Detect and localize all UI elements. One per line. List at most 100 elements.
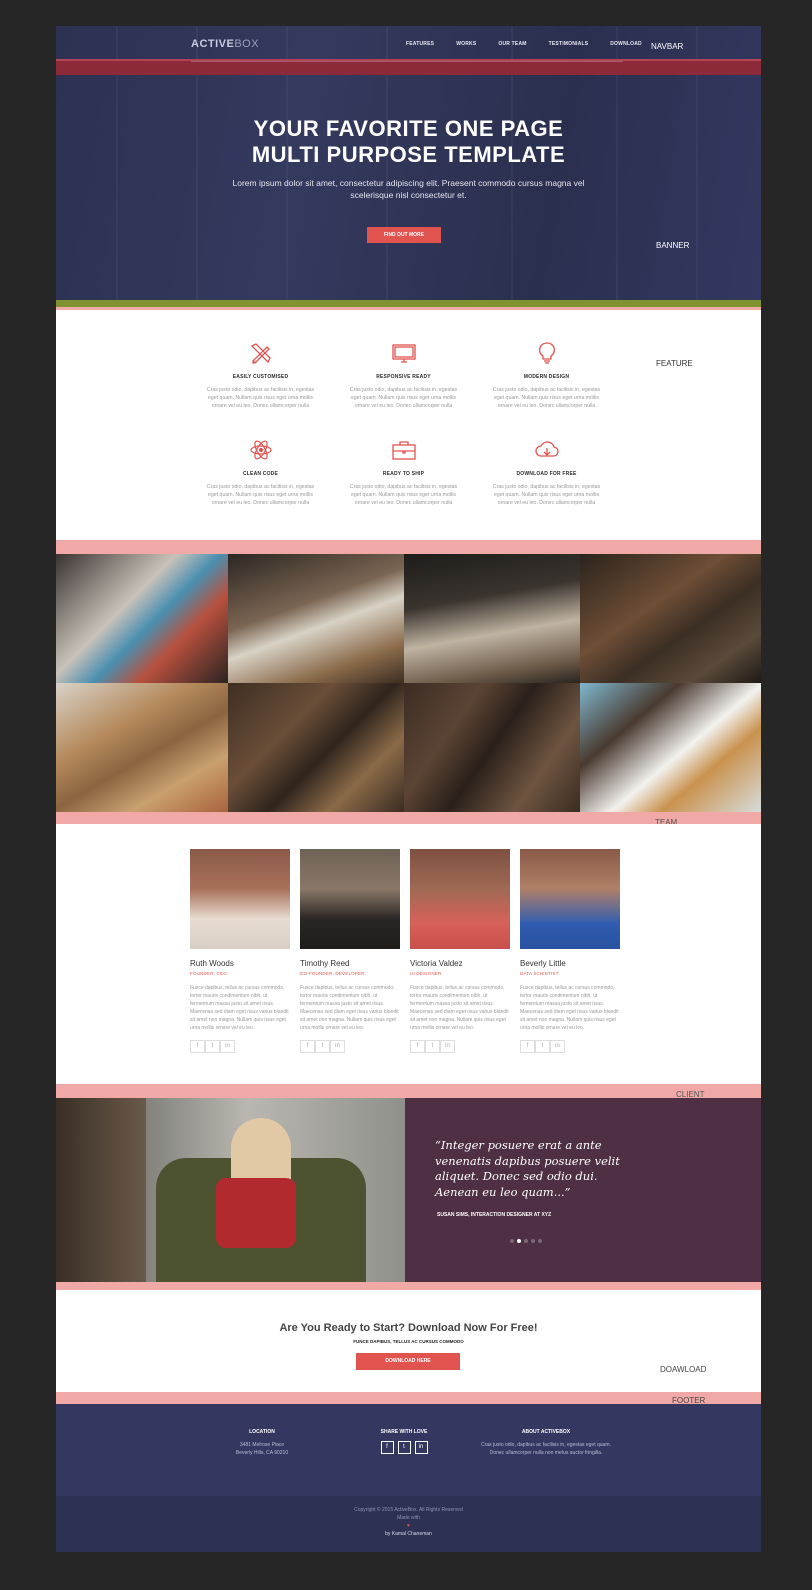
made-with-text: Made with — [397, 1515, 420, 1521]
facebook-icon[interactable]: f — [380, 1441, 394, 1454]
feature-title: MODERN DESIGN — [523, 374, 570, 380]
download-here-button[interactable]: DOWNLOAD HERE — [356, 1353, 460, 1370]
carousel-dot[interactable] — [524, 1239, 528, 1243]
testimonial-author: SUSAN SIMS, INTERACTION DESIGNER AT XYZ — [437, 1212, 552, 1218]
member-name: Timothy Reed — [300, 959, 350, 968]
facebook-icon[interactable]: f — [190, 1040, 205, 1053]
banner-annotation: BANNER — [656, 241, 690, 250]
footer-share-title: SHARE WITH LOVE — [380, 1429, 428, 1435]
gallery-image-letterpress[interactable] — [404, 683, 580, 812]
hero-banner: ACTIVEBOX FEATURES WORKS OUR TEAM TESTIM… — [56, 26, 761, 306]
carousel-dot[interactable] — [510, 1239, 514, 1243]
hero-title: YOUR FAVORITE ONE PAGE MULTI PURPOSE TEM… — [251, 116, 566, 167]
footer: LOCATION 3481 Melrose Place Beverly Hill… — [56, 1404, 761, 1496]
download-section: Are You Ready to Start? Download Now For… — [56, 1290, 761, 1390]
feature-item: MODERN DESIGN Cras justo odio, dapibus a… — [489, 341, 604, 410]
pink-divider — [56, 1392, 761, 1404]
feature-text: Cras justo odio, dapibus ac facilisis in… — [492, 484, 601, 506]
gallery-image-food-plate[interactable] — [580, 683, 761, 812]
facebook-icon[interactable]: f — [300, 1040, 315, 1053]
pencil-ruler-icon — [250, 343, 271, 365]
avatar — [520, 849, 620, 949]
member-role: DATA SCIENTIST — [520, 971, 559, 976]
feature-annotation: FEATURE — [656, 359, 693, 368]
footer-about: ABOUT ACTIVEBOX Cras justo odio, dapibus… — [476, 1429, 616, 1457]
avatar — [190, 849, 290, 949]
pink-divider — [56, 1282, 761, 1290]
gallery-image-spices[interactable] — [580, 554, 761, 683]
team-member: Timothy Reed CO-FOUNDER, DEVELOPER Fusce… — [300, 849, 400, 1053]
twitter-icon[interactable]: t — [315, 1040, 330, 1053]
copyright-text: Copyright © 2015 ActiveBox. All Rights R… — [354, 1507, 463, 1513]
testimonial-quote-panel: “Integer posuere erat a ante venenatis d… — [405, 1098, 761, 1282]
features-section: FEATURE EASILY CUSTOMISED Cras justo odi… — [56, 310, 761, 540]
feature-item: CLEAN CODE Cras justo odio, dapibus ac f… — [203, 438, 318, 507]
member-bio: Fusce dapibus, tellus ac cursus commodo,… — [300, 985, 399, 1031]
gallery-image-cameras[interactable] — [404, 554, 580, 683]
atom-icon — [249, 440, 272, 460]
footer-address-line2: Beverly Hills, CA 90210 — [235, 1450, 289, 1456]
footer-share: SHARE WITH LOVE f t in — [334, 1429, 474, 1454]
member-role: CO-FOUNDER, DEVELOPER — [300, 971, 365, 976]
cloud-download-icon — [534, 441, 559, 457]
feature-text: Cras justo odio, dapibus ac facilisis in… — [492, 387, 601, 409]
nav-works[interactable]: WORKS — [456, 41, 476, 47]
facebook-icon[interactable]: f — [410, 1040, 425, 1053]
avatar — [300, 849, 400, 949]
linkedin-icon[interactable]: in — [220, 1040, 235, 1053]
team-member: Beverly Little DATA SCIENTIST Fusce dapi… — [520, 849, 620, 1053]
nav-testimonials[interactable]: TESTIMONIALS — [549, 41, 589, 47]
feature-text: Cras justo odio, dapibus ac facilisis in… — [206, 387, 315, 409]
green-divider — [56, 300, 761, 307]
gallery-image-pencils[interactable] — [56, 683, 228, 812]
author-credit[interactable]: by Kamal Chaneman — [56, 1530, 761, 1538]
feature-item: EASILY CUSTOMISED Cras justo odio, dapib… — [203, 341, 318, 410]
gallery-image-notebooks[interactable] — [228, 554, 404, 683]
twitter-icon[interactable]: t — [425, 1040, 440, 1053]
footer-location: LOCATION 3481 Melrose Place Beverly Hill… — [192, 1429, 332, 1457]
carousel-dot[interactable] — [538, 1239, 542, 1243]
page: ACTIVEBOX FEATURES WORKS OUR TEAM TESTIM… — [56, 26, 761, 1552]
twitter-icon[interactable]: t — [397, 1441, 411, 1454]
member-bio: Fusce dapibus, tellus ac cursus commodo,… — [520, 985, 619, 1031]
linkedin-icon[interactable]: in — [440, 1040, 455, 1053]
twitter-icon[interactable]: t — [535, 1040, 550, 1053]
navbar-annotation: NAVBAR — [651, 42, 684, 51]
gallery-image-tools[interactable] — [228, 683, 404, 812]
team-member: Victoria Valdez UI DESIGNER Fusce dapibu… — [410, 849, 510, 1053]
carousel-dot-active[interactable] — [517, 1239, 521, 1243]
feature-title: RESPONSIVE READY — [376, 374, 431, 380]
download-title: Are You Ready to Start? Download Now For… — [279, 1322, 538, 1334]
feature-title: CLEAN CODE — [242, 471, 279, 477]
nav-features[interactable]: FEATURES — [406, 41, 434, 47]
nav-our-team[interactable]: OUR TEAM — [498, 41, 526, 47]
footer-about-text: Cras justo odio, dapibus ac facilisis in… — [481, 1442, 611, 1456]
linkedin-icon[interactable]: in — [414, 1441, 428, 1454]
nav-download[interactable]: DOWNLOAD — [610, 41, 642, 47]
navbar-divider — [191, 61, 623, 62]
footer-about-title: ABOUT ACTIVEBOX — [521, 1429, 571, 1435]
briefcase-icon — [391, 441, 416, 460]
download-subtitle: FUNCE DAPIBUS, TELLUS AC CURSUS COMMODO — [353, 1339, 464, 1344]
twitter-icon[interactable]: t — [205, 1040, 220, 1053]
linkedin-icon[interactable]: in — [330, 1040, 345, 1053]
copyright-bar: Copyright © 2015 ActiveBox. All Rights R… — [56, 1496, 761, 1552]
carousel-dot[interactable] — [531, 1239, 535, 1243]
feature-title: READY TO SHIP — [382, 471, 425, 477]
download-annotation: DOAWLOAD — [660, 1365, 707, 1374]
facebook-icon[interactable]: f — [520, 1040, 535, 1053]
feature-item: RESPONSIVE READY Cras justo odio, dapibu… — [346, 341, 461, 410]
member-name: Beverly Little — [520, 959, 566, 968]
logo[interactable]: ACTIVEBOX — [191, 38, 259, 50]
find-out-more-button[interactable]: FIND OUT MORE — [367, 227, 441, 243]
feature-item: DOWNLOAD FOR FREE Cras justo odio, dapib… — [489, 438, 604, 507]
lightbulb-icon — [538, 342, 555, 364]
gallery-image-stationery[interactable] — [56, 554, 228, 683]
feature-text: Cras justo odio, dapibus ac facilisis in… — [349, 387, 458, 409]
member-bio: Fusce dapibus, tellus ac cursus commodo,… — [190, 985, 289, 1031]
team-section: Ruth Woods FOUNDER, CEO Fusce dapibus, t… — [56, 824, 761, 1084]
hero-subtitle: Lorem ipsum dolor sit amet, consectetur … — [232, 178, 585, 200]
monitor-icon — [391, 344, 416, 363]
footer-address-line1: 3481 Melrose Place — [239, 1442, 285, 1448]
linkedin-icon[interactable]: in — [550, 1040, 565, 1053]
